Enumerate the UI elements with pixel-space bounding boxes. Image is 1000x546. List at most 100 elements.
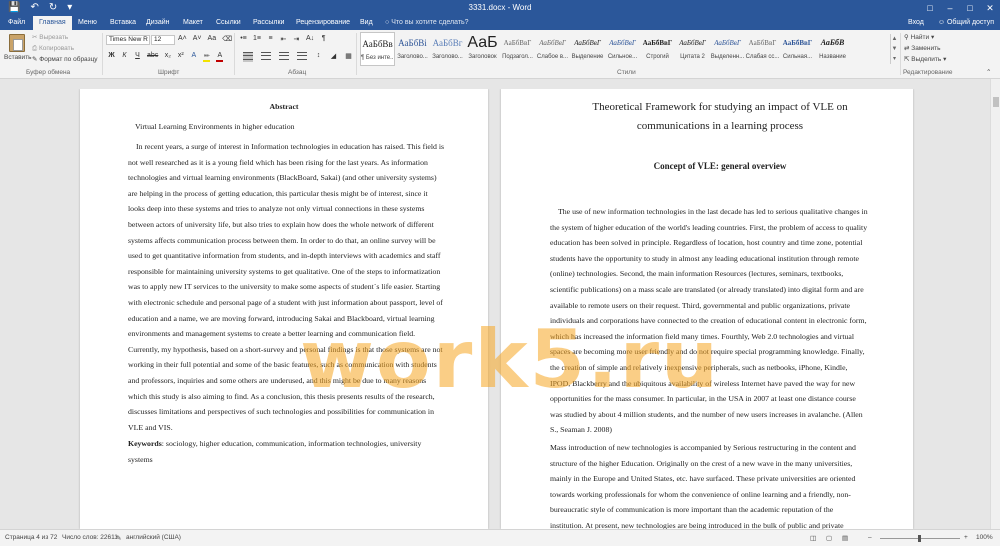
language-indicator[interactable]: английский (США) xyxy=(126,534,181,541)
minimize-icon[interactable]: – xyxy=(940,0,960,16)
subscript-button[interactable]: x₂ xyxy=(164,52,171,62)
account-area: Вход ☺ Общий доступ xyxy=(908,16,994,30)
zoom-in-icon[interactable]: + xyxy=(964,534,968,541)
text-line: systems affects communication process be… xyxy=(128,235,436,245)
style-book-title[interactable]: АаБбВ Название xyxy=(815,32,850,66)
align-right-icon[interactable] xyxy=(279,52,289,62)
style-name: Сильное... xyxy=(607,54,638,60)
text-line: responsible for maintaining university s… xyxy=(128,266,441,276)
close-icon[interactable]: ✕ xyxy=(980,0,1000,16)
word-count[interactable]: Число слов: 22611 xyxy=(62,534,118,541)
justify-icon[interactable] xyxy=(297,52,307,62)
styles-gallery: АаБбВв ¶ Без инте... АаБбВі Заголово... Аа… xyxy=(360,32,890,66)
proofing-icon[interactable]: ✎ xyxy=(116,534,121,542)
magnifier-icon: ⚲ xyxy=(904,34,911,41)
shrink-font-icon[interactable]: A˅ xyxy=(193,35,202,43)
shading-icon[interactable]: ◢ xyxy=(330,52,337,62)
style-heading-2[interactable]: АаБбВг Заголово... xyxy=(430,32,465,66)
document-area[interactable]: Abstract Virtual Learning Environments i… xyxy=(0,89,990,529)
style-name: Заголовок xyxy=(468,54,497,60)
sort-icon[interactable]: A↓ xyxy=(306,35,314,43)
tab-menu[interactable]: Меню xyxy=(76,16,99,30)
paste-button[interactable]: Вставить xyxy=(4,34,32,61)
line-spacing-icon[interactable]: ↕ xyxy=(315,52,322,62)
style-subtitle[interactable]: АаБбВвГ Подзагол... xyxy=(500,32,535,66)
format-painter-button[interactable]: ✎ Формат по образцу xyxy=(32,55,98,64)
style-intense-reference[interactable]: АаБбВвГ Сильная... xyxy=(780,32,815,66)
style-title[interactable]: АаБ Заголовок xyxy=(465,32,500,66)
print-layout-icon[interactable]: ▢ xyxy=(826,534,832,542)
zoom-level[interactable]: 100% xyxy=(976,534,993,541)
style-intense-quote[interactable]: АаБбВвГ Выделенн... xyxy=(710,32,745,66)
style-intense-emphasis[interactable]: АаБбВвГ Сильное... xyxy=(605,32,640,66)
tell-me-text: Что вы хотите сделать? xyxy=(391,19,469,26)
maximize-icon[interactable]: □ xyxy=(960,0,980,16)
borders-icon[interactable]: ▦ xyxy=(345,52,352,62)
web-layout-icon[interactable]: ▤ xyxy=(842,534,848,542)
zoom-slider[interactable] xyxy=(880,535,960,542)
find-button[interactable]: ⚲ Найти ▾ xyxy=(904,33,934,42)
highlight-button[interactable]: ✏ xyxy=(203,52,211,62)
bullets-icon[interactable]: •≡ xyxy=(240,35,247,43)
font-name-combo[interactable]: Times New R xyxy=(106,35,150,45)
style-sample: АаБбВвГ xyxy=(574,39,601,47)
tab-insert[interactable]: Вставка xyxy=(108,16,138,30)
strikethrough-button[interactable]: abc xyxy=(147,52,158,62)
sign-in-link[interactable]: Вход xyxy=(908,16,924,30)
font-color-button[interactable]: A xyxy=(216,52,224,62)
style-sample: АаБбВв xyxy=(362,39,393,49)
window-title: 3331.docx - Word xyxy=(468,3,532,12)
page-counter[interactable]: Страница 4 из 72 xyxy=(5,534,57,541)
align-left-icon[interactable] xyxy=(243,52,253,62)
vertical-scrollbar[interactable] xyxy=(990,79,1000,529)
paragraph-group-label: Абзац xyxy=(288,69,307,76)
style-sample: АаБбВвГ xyxy=(714,39,741,47)
decrease-indent-icon[interactable]: ⇤ xyxy=(280,35,287,43)
increase-indent-icon[interactable]: ⇥ xyxy=(293,35,300,43)
style-no-spacing[interactable]: АаБбВв ¶ Без инте... xyxy=(360,32,395,66)
tab-view[interactable]: Вид xyxy=(358,16,375,30)
underline-button[interactable]: Ч xyxy=(134,52,141,62)
ribbon-display-icon[interactable]: □ xyxy=(920,0,940,16)
tab-layout[interactable]: Макет xyxy=(181,16,205,30)
style-emphasis[interactable]: АаБбВвГ Выделение xyxy=(570,32,605,66)
style-heading-1[interactable]: АаБбВі Заголово... xyxy=(395,32,430,66)
italic-button[interactable]: К xyxy=(121,52,128,62)
align-center-icon[interactable] xyxy=(261,52,271,62)
share-button[interactable]: ☺ Общий доступ xyxy=(938,16,994,30)
font-size-combo[interactable]: 12 xyxy=(151,35,175,45)
clear-format-icon[interactable]: ⌫ xyxy=(222,35,232,43)
style-subtle-emphasis[interactable]: АаБбВвГ Слабое в... xyxy=(535,32,570,66)
bold-button[interactable]: Ж xyxy=(108,52,115,62)
zoom-out-icon[interactable]: – xyxy=(868,534,872,541)
pilcrow-icon[interactable]: ¶ xyxy=(320,35,327,43)
read-mode-icon[interactable]: ◫ xyxy=(810,534,816,542)
tab-file[interactable]: Файл xyxy=(6,16,27,30)
page-left[interactable]: Abstract Virtual Learning Environments i… xyxy=(80,89,488,529)
tab-review[interactable]: Рецензирование xyxy=(294,16,352,30)
collapse-ribbon-icon[interactable]: ⌃ xyxy=(986,68,991,77)
copy-button[interactable]: ⎙ Копировать xyxy=(32,44,74,53)
multilevel-list-icon[interactable]: ≡ xyxy=(267,35,274,43)
text-effects-button[interactable]: A xyxy=(190,52,197,62)
style-strong[interactable]: АаБбВвГ Строгий xyxy=(640,32,675,66)
grow-font-icon[interactable]: A˄ xyxy=(178,35,187,43)
scroll-thumb[interactable] xyxy=(993,97,999,107)
replace-button[interactable]: ⇄ Заменить xyxy=(904,44,940,53)
text-line: (online) technologies. Second, the main … xyxy=(550,269,844,279)
select-button[interactable]: ⇱ Выделить ▾ xyxy=(904,55,946,64)
tab-design[interactable]: Дизайн xyxy=(144,16,172,30)
tell-me-box[interactable]: ○ Что вы хотите сделать? xyxy=(385,16,469,30)
styles-scroll[interactable]: ▲ ▼ ▾ xyxy=(890,34,898,64)
text-line: bureaucratic style of communication is m… xyxy=(550,505,834,515)
style-quote-2[interactable]: АаБбВвГ Цитата 2 xyxy=(675,32,710,66)
superscript-button[interactable]: x² xyxy=(177,52,184,62)
page-right[interactable]: Theoretical Framework for studying an im… xyxy=(501,89,913,529)
tab-home[interactable]: Главная xyxy=(33,16,72,30)
tab-mailings[interactable]: Рассылки xyxy=(251,16,286,30)
tab-references[interactable]: Ссылки xyxy=(214,16,243,30)
style-subtle-reference[interactable]: АаБбВвГ Слабая сс... xyxy=(745,32,780,66)
cut-button[interactable]: ✂ Вырезать xyxy=(32,33,68,42)
numbering-icon[interactable]: 1≡ xyxy=(253,35,261,43)
change-case-icon[interactable]: Aa xyxy=(208,35,217,43)
